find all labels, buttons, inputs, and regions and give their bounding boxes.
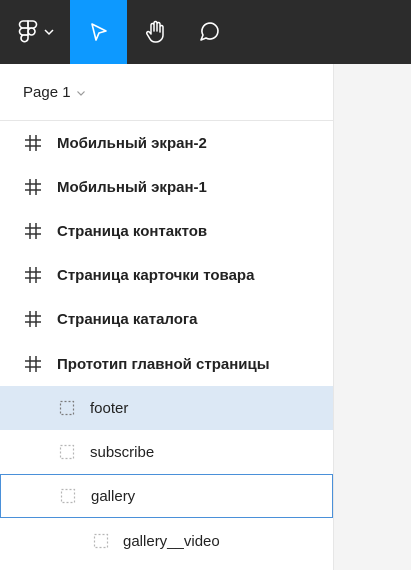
layer-item-group-hovered[interactable]: gallery — [0, 474, 333, 518]
layer-label: gallery — [91, 487, 136, 505]
canvas-area[interactable] — [334, 64, 411, 570]
group-icon — [93, 533, 109, 549]
frame-icon — [24, 266, 42, 284]
layer-item-frame[interactable]: Мобильный экран-2 — [0, 121, 333, 165]
move-cursor-icon — [88, 21, 110, 43]
layer-label: subscribe — [90, 443, 155, 461]
frame-icon — [24, 134, 42, 152]
layer-label: Мобильный экран-1 — [57, 178, 207, 196]
figma-logo-icon — [17, 19, 39, 45]
toolbar — [0, 0, 411, 64]
page-selector[interactable]: Page 1 — [0, 64, 333, 121]
layer-item-frame[interactable]: Страница контактов — [0, 209, 333, 253]
chevron-down-icon — [43, 28, 54, 36]
layer-label: Прототип главной страницы — [57, 355, 270, 373]
layer-label: Страница карточки товара — [57, 266, 255, 284]
group-icon — [60, 488, 76, 504]
layer-item-frame[interactable]: Страница карточки товара — [0, 253, 333, 297]
chevron-down-icon — [76, 84, 86, 101]
layer-label: gallery__video — [123, 532, 220, 550]
frame-icon — [24, 178, 42, 196]
layer-item-group[interactable]: subscribe — [0, 430, 333, 474]
frame-icon — [24, 222, 42, 240]
layer-label: Мобильный экран-2 — [57, 134, 207, 152]
comment-icon — [197, 20, 221, 44]
main-menu-button[interactable] — [0, 0, 70, 64]
layer-item-group-selected[interactable]: footer — [0, 386, 333, 430]
comment-tool-button[interactable] — [184, 0, 234, 64]
group-icon — [59, 400, 75, 416]
layer-label: Страница каталога — [57, 310, 198, 328]
layer-label: footer — [90, 399, 129, 417]
frame-icon — [24, 355, 42, 373]
layer-item-frame[interactable]: Прототип главной страницы — [0, 342, 333, 386]
layer-item-frame[interactable]: Мобильный экран-1 — [0, 165, 333, 209]
group-icon — [59, 444, 75, 460]
page-label: Page 1 — [23, 83, 71, 101]
layer-item-group[interactable]: gallery__video — [0, 519, 333, 563]
frame-icon — [24, 310, 42, 328]
layer-item-frame[interactable]: Страница каталога — [0, 297, 333, 341]
hand-tool-button[interactable] — [127, 0, 184, 64]
layers-panel: Page 1 Мобильный экран-2 Мобильный экран… — [0, 64, 334, 570]
hand-icon — [143, 19, 169, 45]
layer-label: Страница контактов — [57, 222, 208, 240]
move-tool-button[interactable] — [70, 0, 127, 64]
